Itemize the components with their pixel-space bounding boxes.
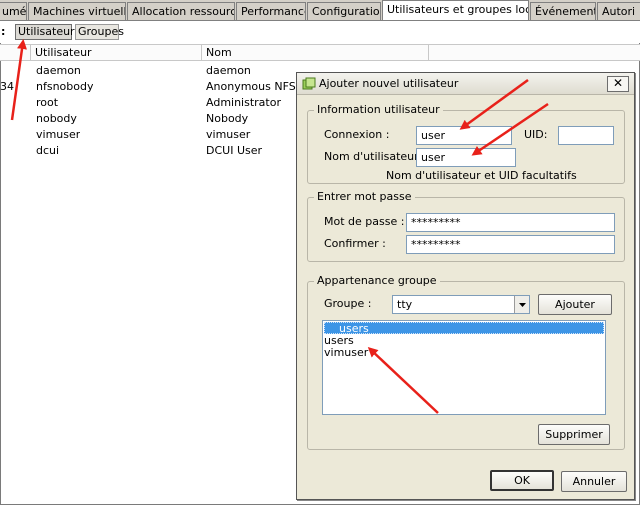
group-label: Groupe : xyxy=(324,297,372,310)
row-user: root xyxy=(36,96,59,109)
username-label: Nom d'utilisateur : xyxy=(324,150,426,163)
row-user: nfsnobody xyxy=(36,80,94,93)
row-user: nobody xyxy=(36,112,77,125)
column-header-user[interactable]: Utilisateur xyxy=(30,45,201,60)
table-row[interactable]: nobody Nobody xyxy=(0,111,296,127)
close-icon[interactable]: ✕ xyxy=(607,76,629,92)
password-label: Mot de passe : xyxy=(324,215,405,228)
row-prefix: 34 xyxy=(0,80,14,93)
row-name: Anonymous NFS Us xyxy=(206,80,296,93)
group-list[interactable]: users users vimuser xyxy=(322,320,606,415)
remove-group-button[interactable]: Supprimer xyxy=(538,424,610,445)
tab-strip: umé Machines virtuelles Allocation resso… xyxy=(0,0,640,21)
row-user: dcui xyxy=(36,144,60,157)
table-row[interactable]: 34 nfsnobody Anonymous NFS Us xyxy=(0,79,296,95)
row-name: DCUI User xyxy=(206,144,263,157)
users-view-button[interactable]: Utilisateurs xyxy=(15,24,80,40)
password-group: Entrer mot passe Mot de passe : ********… xyxy=(307,190,625,262)
row-name: Nobody xyxy=(206,112,249,125)
row-name: Administrator xyxy=(206,96,281,109)
row-user: vimuser xyxy=(36,128,81,141)
groups-view-button[interactable]: Groupes xyxy=(75,24,124,40)
table-row[interactable]: vimuser vimuser xyxy=(0,127,296,143)
tab-configuration[interactable]: Configuration xyxy=(307,2,381,20)
users-table-header: Utilisateur Nom xyxy=(0,44,640,61)
row-user: daemon xyxy=(36,64,81,77)
tab-performance[interactable]: Performance xyxy=(236,2,306,20)
uid-label: UID: xyxy=(524,128,548,141)
table-row[interactable]: dcui DCUI User xyxy=(0,143,296,159)
row-name: daemon xyxy=(206,64,251,77)
password-legend: Entrer mot passe xyxy=(314,190,415,204)
group-select[interactable]: tty xyxy=(392,295,530,314)
group-membership-group: Appartenance groupe Groupe : tty Ajouter… xyxy=(307,274,625,450)
column-header-name[interactable]: Nom xyxy=(201,45,428,60)
tab-events[interactable]: Événements xyxy=(530,2,596,20)
username-input[interactable]: user xyxy=(416,148,516,167)
table-row[interactable]: root Administrator xyxy=(0,95,296,111)
row-name: vimuser xyxy=(206,128,251,141)
add-user-icon xyxy=(302,77,316,90)
group-membership-legend: Appartenance groupe xyxy=(314,274,440,288)
ok-button[interactable]: OK xyxy=(490,470,554,491)
view-toolbar: : Utilisateurs Groupes xyxy=(0,21,640,43)
user-info-legend: Information utilisateur xyxy=(314,103,443,117)
confirm-password-input[interactable]: ********* xyxy=(406,235,615,254)
toolbar-separator: : xyxy=(1,25,6,38)
password-input[interactable]: ********* xyxy=(406,213,615,232)
confirm-password-label: Confirmer : xyxy=(324,237,386,250)
tab-local-users-groups[interactable]: Utilisateurs et groupes locaux xyxy=(382,0,529,20)
login-label: Connexion : xyxy=(324,128,390,141)
tab-resource-allocation[interactable]: Allocation ressources xyxy=(127,2,235,20)
add-group-button[interactable]: Ajouter xyxy=(538,294,612,315)
optional-hint: Nom d'utilisateur et UID facultatifs xyxy=(386,169,577,182)
tab-virtual-machines[interactable]: Machines virtuelles xyxy=(28,2,126,20)
add-user-dialog: Ajouter nouvel utilisateur ✕ Information… xyxy=(296,72,635,500)
uid-input[interactable] xyxy=(558,126,614,145)
column-header-empty xyxy=(428,45,640,60)
list-item[interactable]: users xyxy=(324,322,604,335)
dialog-titlebar[interactable]: Ajouter nouvel utilisateur ✕ xyxy=(297,73,634,95)
dialog-title: Ajouter nouvel utilisateur xyxy=(319,77,459,90)
cancel-button[interactable]: Annuler xyxy=(561,471,627,492)
group-select-value: tty xyxy=(397,298,413,311)
login-input[interactable]: user xyxy=(416,126,512,145)
user-info-group: Information utilisateur Connexion : user… xyxy=(307,103,625,184)
list-item[interactable]: vimuser xyxy=(324,347,604,359)
chevron-down-icon[interactable] xyxy=(514,296,529,313)
tab-permissions[interactable]: Autori xyxy=(597,2,640,20)
table-row[interactable]: daemon daemon xyxy=(0,63,296,79)
tab-summary[interactable]: umé xyxy=(0,2,27,20)
